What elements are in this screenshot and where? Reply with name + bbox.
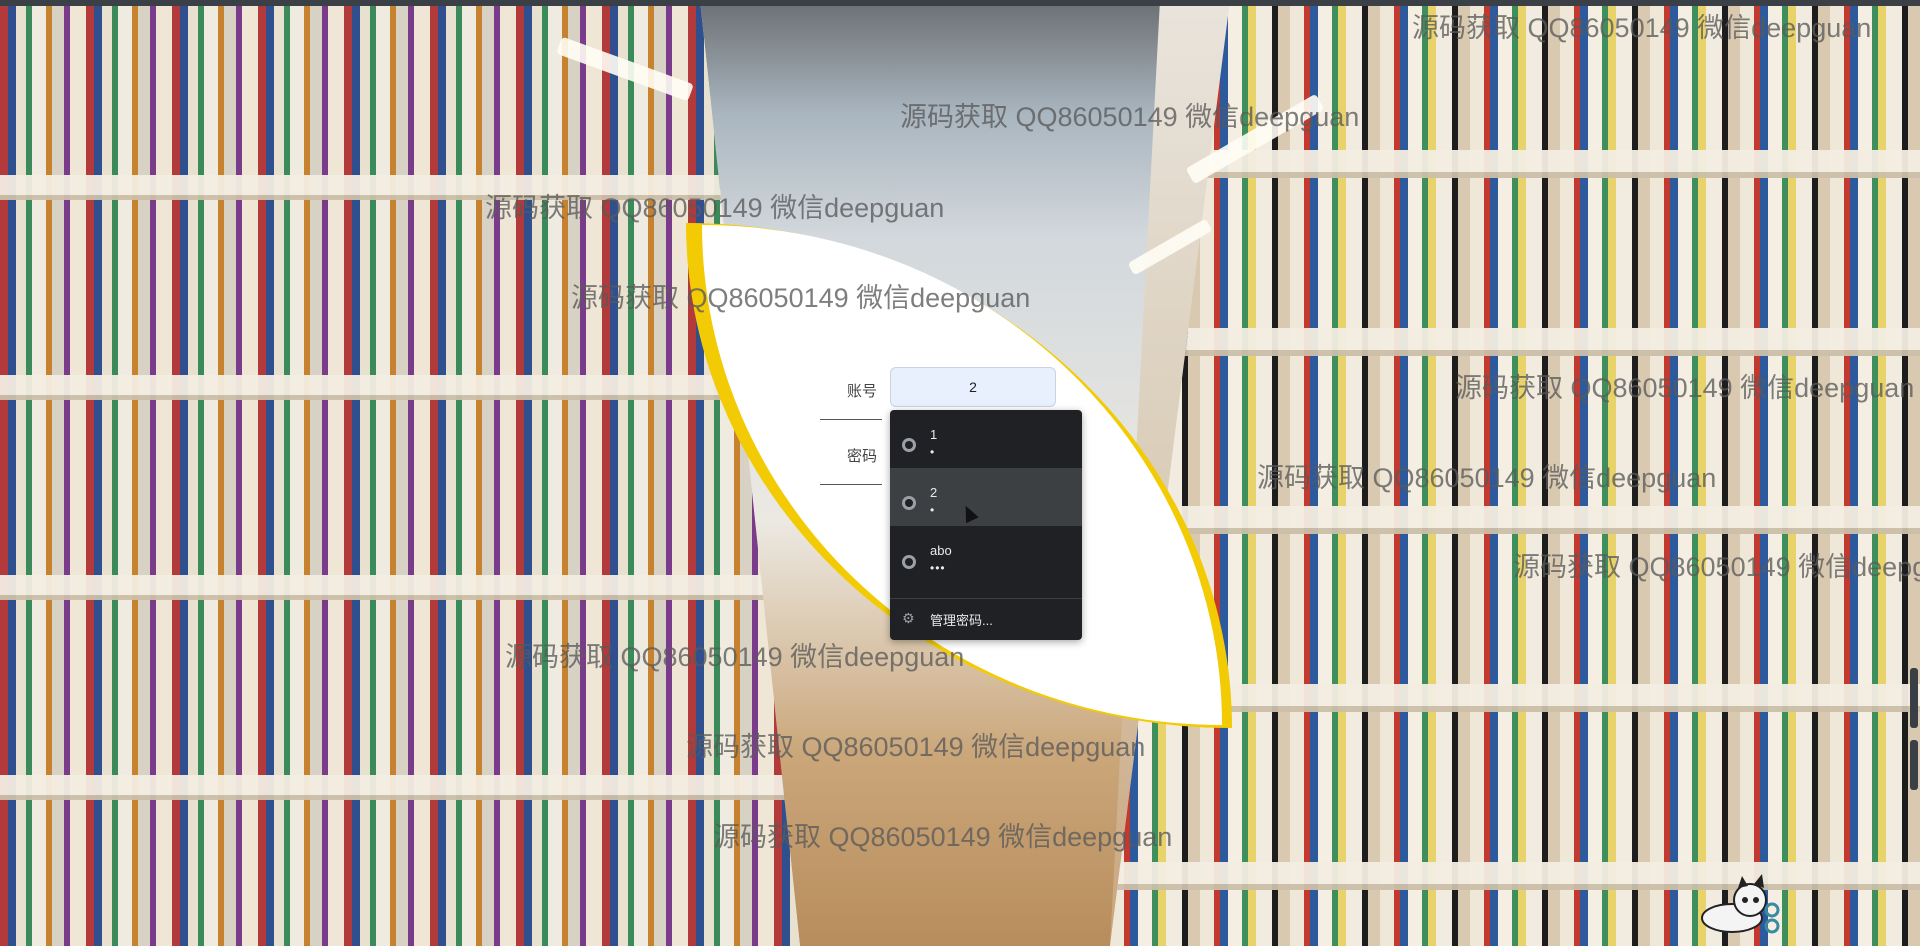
autofill-entry[interactable]: abo ••• — [890, 526, 1082, 584]
autofill-password-mask: ••• — [930, 561, 946, 575]
bookshelf-left-boards — [0, 0, 800, 946]
password-autofill-dropdown: 1 • 2 • abo ••• ⚙ 管理密码... — [890, 410, 1082, 640]
password-label: 密码 — [847, 448, 878, 465]
account-input[interactable]: 2 — [890, 367, 1056, 407]
watermark: 源码获取 QQ86050149 微信deepguan — [900, 102, 1360, 132]
autofill-entry[interactable]: 1 • — [890, 410, 1082, 468]
globe-icon — [902, 438, 916, 452]
watermark: 源码获取 QQ86050149 微信deepguan — [713, 822, 1173, 852]
autofill-username: 2 — [930, 485, 938, 500]
gear-icon: ⚙ — [902, 610, 915, 626]
mascot-sticker — [1701, 874, 1780, 934]
autofill-username: abo — [930, 543, 952, 558]
autofill-password-mask: • — [930, 503, 936, 517]
globe-icon — [902, 555, 916, 569]
manage-passwords-item[interactable]: ⚙ 管理密码... — [890, 600, 1082, 640]
watermark: 源码获取 QQ86050149 微信deepguan — [1455, 373, 1915, 403]
autofill-entry[interactable]: 2 • — [890, 468, 1082, 526]
watermark: 源码获取 QQ86050149 微信deepguan — [1412, 13, 1872, 43]
autofill-password-mask: • — [930, 445, 936, 459]
autofill-username: 1 — [930, 427, 938, 442]
watermark: 源码获取 QQ86050149 微信deepguan — [686, 732, 1146, 762]
watermark: 源码获取 QQ86050149 微信deepguan — [1513, 552, 1920, 582]
globe-icon — [902, 496, 916, 510]
watermark: 源码获取 QQ86050149 微信deepguan — [505, 642, 965, 672]
account-underline — [820, 419, 882, 420]
side-indicator — [1910, 740, 1918, 790]
account-label: 账号 — [847, 383, 878, 400]
autofill-divider — [890, 598, 1082, 599]
manage-passwords-label: 管理密码... — [930, 613, 993, 628]
password-input[interactable] — [820, 484, 882, 485]
watermark: 源码获取 QQ86050149 微信deepguan — [1257, 463, 1717, 493]
watermark: 源码获取 QQ86050149 微信deepguan — [485, 193, 945, 223]
watermark: 源码获取 QQ86050149 微信deepguan — [571, 283, 1031, 313]
side-indicator — [1910, 668, 1918, 728]
